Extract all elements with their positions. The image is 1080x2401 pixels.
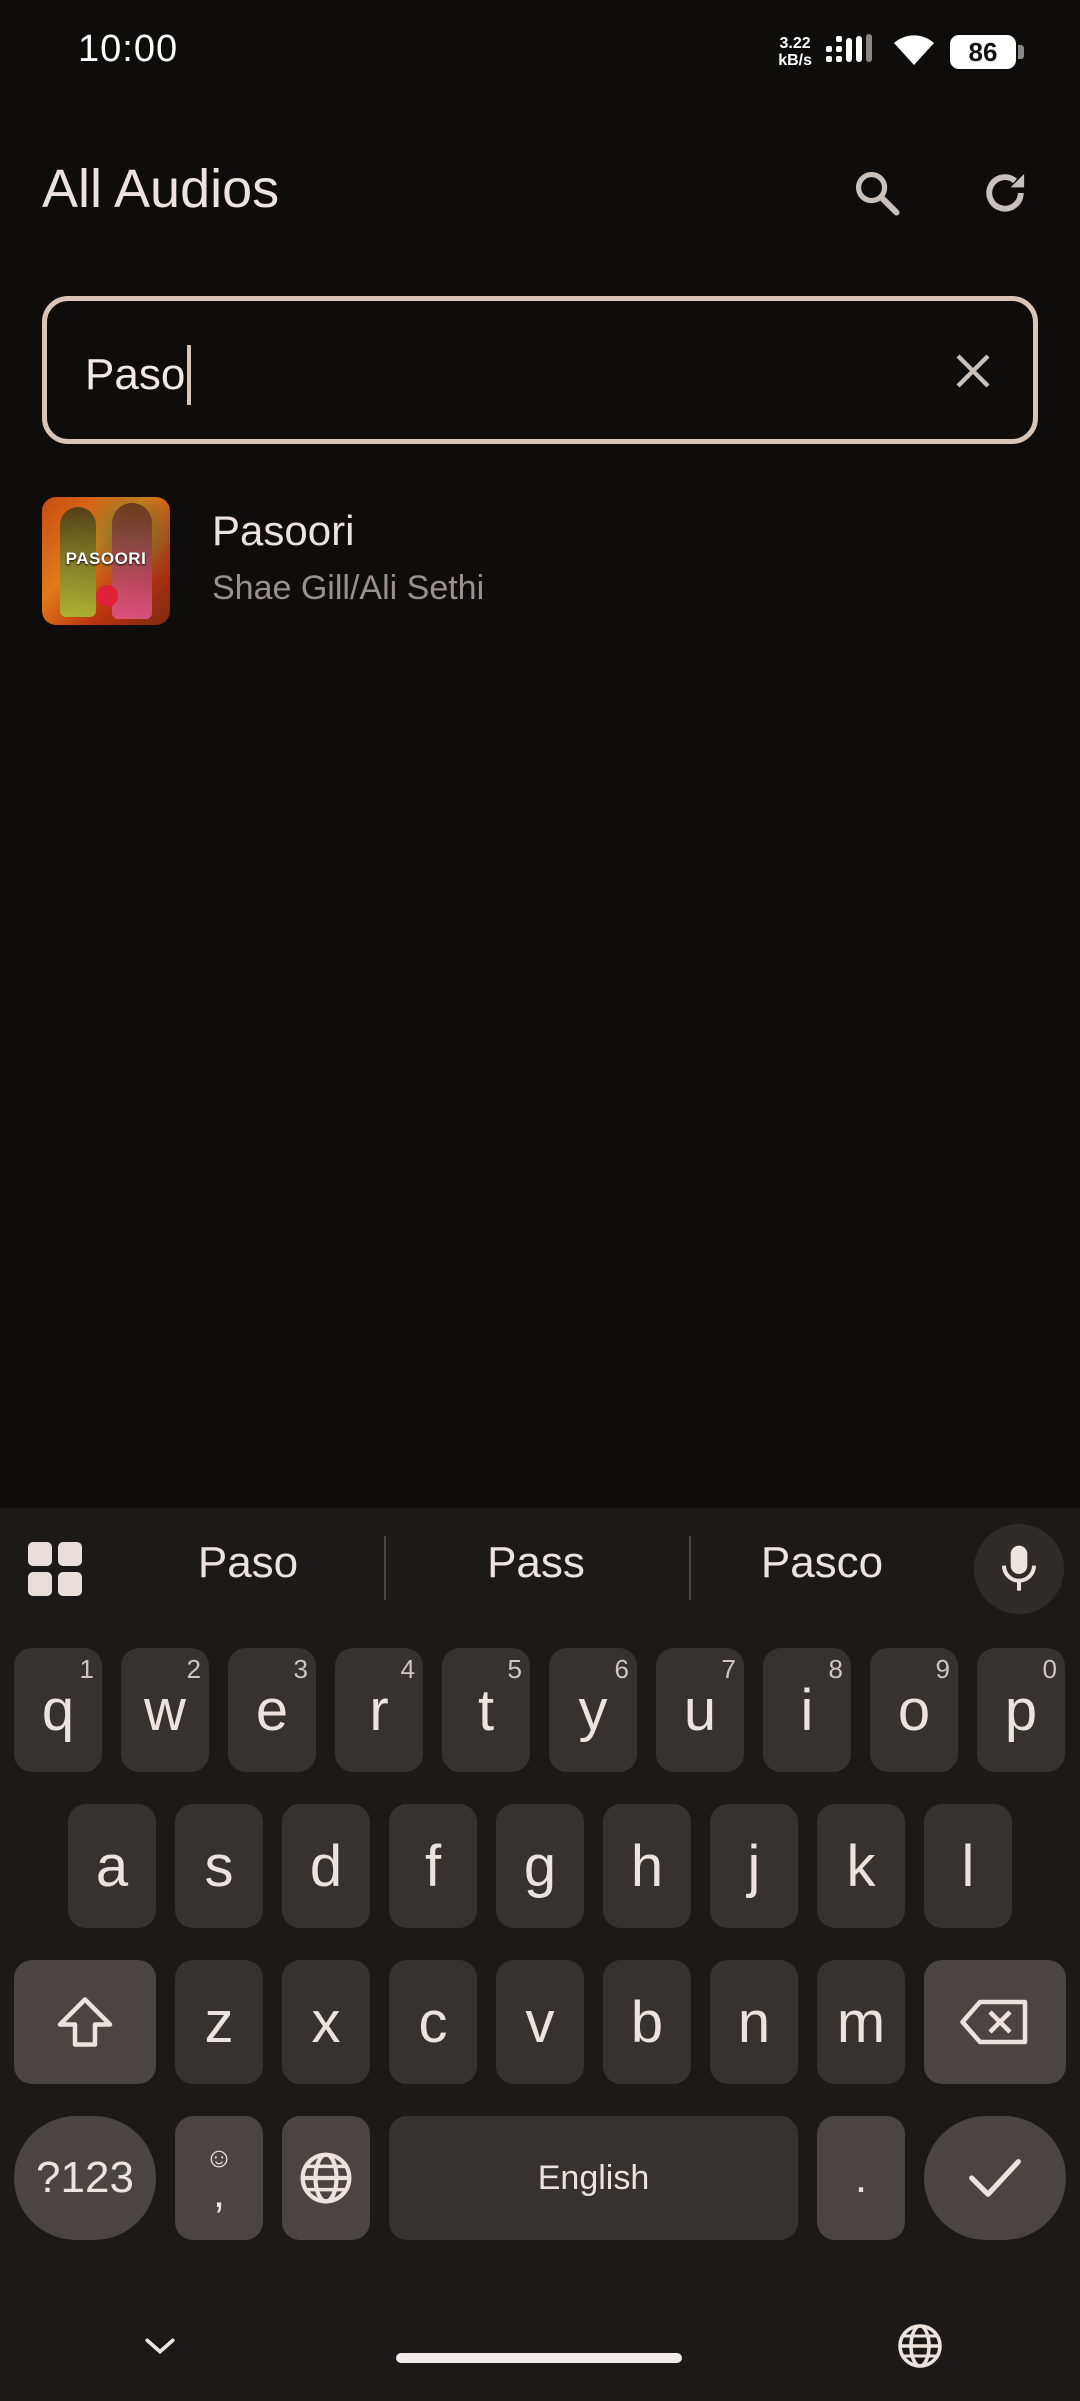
network-speed-value: 3.22 <box>779 35 811 52</box>
key-n[interactable]: n <box>710 1960 798 2084</box>
status-bar: 10:00 3.22 kB/s 86 <box>0 0 1080 100</box>
text-caret <box>187 345 192 405</box>
key-s[interactable]: s <box>175 1804 263 1928</box>
key-x[interactable]: x <box>282 1960 370 2084</box>
song-title: Pasoori <box>212 507 355 554</box>
backspace-icon <box>960 1999 1028 2045</box>
key-j[interactable]: j <box>710 1804 798 1928</box>
voice-input-button[interactable] <box>974 1524 1064 1614</box>
apps-grid-icon[interactable] <box>28 1542 82 1596</box>
close-icon <box>956 354 990 388</box>
network-speed: 3.22 kB/s <box>778 35 812 69</box>
app-header: All Audios <box>0 140 1080 240</box>
album-logo-icon <box>96 585 118 607</box>
key-v[interactable]: v <box>496 1960 584 2084</box>
wifi-icon <box>892 33 936 72</box>
shift-key[interactable] <box>14 1960 156 2084</box>
album-art-text: PASOORI <box>65 549 147 568</box>
key-q[interactable]: q1 <box>14 1648 102 1772</box>
page-title: All Audios <box>42 159 280 219</box>
search-icon <box>855 171 900 216</box>
key-o[interactable]: o9 <box>870 1648 958 1772</box>
key-c[interactable]: c <box>389 1960 477 2084</box>
enter-key[interactable] <box>924 2116 1066 2240</box>
key-d[interactable]: d <box>282 1804 370 1928</box>
suggestion-1[interactable]: Paso <box>138 1538 358 1588</box>
key-h[interactable]: h <box>603 1804 691 1928</box>
refresh-icon <box>986 173 1025 212</box>
symbols-key[interactable]: ?123 <box>14 2116 156 2240</box>
refresh-button[interactable] <box>970 158 1040 228</box>
search-input[interactable]: Paso <box>85 345 192 405</box>
suggestion-3[interactable]: Pasco <box>712 1538 932 1588</box>
backspace-key[interactable] <box>924 1960 1066 2084</box>
key-z[interactable]: z <box>175 1960 263 2084</box>
home-handle[interactable] <box>396 2353 682 2363</box>
key-m[interactable]: m <box>817 1960 905 2084</box>
album-art: PASOORI <box>42 497 170 625</box>
space-key[interactable]: English <box>389 2116 798 2240</box>
key-k[interactable]: k <box>817 1804 905 1928</box>
suggestion-bar: Paso Pass Pasco <box>0 1508 1080 1626</box>
key-r[interactable]: r4 <box>335 1648 423 1772</box>
search-input-text: Paso <box>85 350 186 399</box>
search-button[interactable] <box>842 158 912 228</box>
key-y[interactable]: y6 <box>549 1648 637 1772</box>
key-a[interactable]: a <box>68 1804 156 1928</box>
key-l[interactable]: l <box>924 1804 1012 1928</box>
key-g[interactable]: g <box>496 1804 584 1928</box>
list-item[interactable]: PASOORI Pasoori Shae Gill/Ali Sethi <box>42 497 1038 627</box>
key-i[interactable]: i8 <box>763 1648 851 1772</box>
network-speed-unit: kB/s <box>778 52 812 69</box>
shift-icon <box>57 1997 113 2047</box>
globe-icon <box>898 2324 942 2368</box>
song-artist: Shae Gill/Ali Sethi <box>212 569 485 607</box>
period-key[interactable]: . <box>817 2116 905 2240</box>
status-time: 10:00 <box>78 28 179 70</box>
comma-emoji-key[interactable]: ☺ , <box>175 2116 263 2240</box>
comma-label: , <box>212 2168 226 2217</box>
navigation-bar <box>0 2296 1080 2401</box>
key-u[interactable]: u7 <box>656 1648 744 1772</box>
key-f[interactable]: f <box>389 1804 477 1928</box>
key-b[interactable]: b <box>603 1960 691 2084</box>
signal-icon <box>826 33 878 71</box>
status-icons: 3.22 kB/s 86 <box>778 30 1024 74</box>
switch-input-button[interactable] <box>890 2316 950 2376</box>
battery-level: 86 <box>950 35 1016 69</box>
key-e[interactable]: e3 <box>228 1648 316 1772</box>
suggestion-2[interactable]: Pass <box>426 1538 646 1588</box>
globe-icon <box>300 2152 352 2204</box>
key-w[interactable]: w2 <box>121 1648 209 1772</box>
search-field[interactable]: Paso <box>42 296 1038 444</box>
on-screen-keyboard: Paso Pass Pasco q1 w2 e3 r4 t5 y6 u7 i8 … <box>0 1508 1080 2401</box>
microphone-icon <box>1002 1545 1036 1591</box>
hide-keyboard-button[interactable] <box>130 2316 190 2376</box>
key-p[interactable]: p0 <box>977 1648 1065 1772</box>
battery-icon: 86 <box>950 35 1024 69</box>
key-t[interactable]: t5 <box>442 1648 530 1772</box>
chevron-down-icon <box>145 2338 175 2355</box>
clear-search-button[interactable] <box>943 341 1003 401</box>
language-key[interactable] <box>282 2116 370 2240</box>
checkmark-icon <box>969 2159 1021 2197</box>
